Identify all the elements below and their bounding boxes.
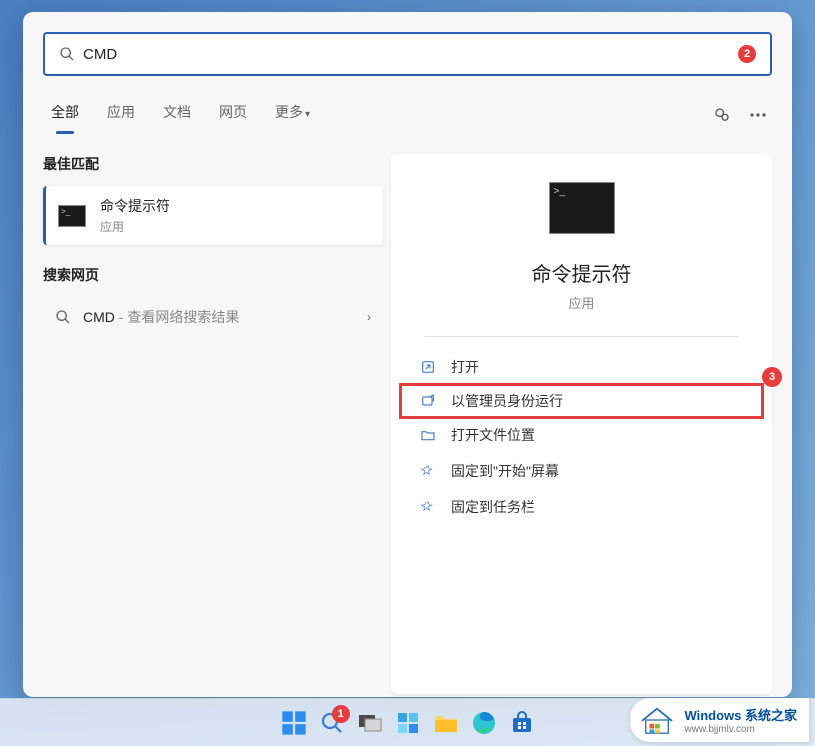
chevron-down-icon: ▾ xyxy=(305,109,310,120)
search-window: 2 全部 应用 文档 网页 更多▾ 最佳匹配 命令提示符 应用 xyxy=(23,12,792,697)
watermark-title: Windows 系统之家 xyxy=(684,705,797,724)
taskbar-edge[interactable] xyxy=(470,709,498,737)
taskbar-explorer[interactable] xyxy=(432,709,460,737)
folder-icon xyxy=(433,712,459,734)
tab-docs[interactable]: 文档 xyxy=(159,96,195,134)
web-item-desc: - 查看网络搜索结果 xyxy=(115,309,239,325)
taskbar-widgets[interactable] xyxy=(394,709,422,737)
pin-icon xyxy=(419,462,437,480)
action-pin-taskbar-label: 固定到任务栏 xyxy=(451,497,535,517)
app-title: 命令提示符 xyxy=(532,258,632,287)
annotation-badge-3: 3 xyxy=(762,367,782,387)
app-large-icon xyxy=(549,182,615,234)
open-icon xyxy=(419,358,437,376)
web-results-label: 搜索网页 xyxy=(43,265,383,285)
shield-icon xyxy=(419,392,437,410)
tabs-row: 全部 应用 文档 网页 更多▾ xyxy=(43,96,772,134)
tab-apps[interactable]: 应用 xyxy=(103,96,139,134)
house-icon xyxy=(638,704,676,736)
pin-icon xyxy=(419,498,437,516)
left-pane: 最佳匹配 命令提示符 应用 搜索网页 CMD - 查看网络搜索结果 › xyxy=(43,154,383,694)
action-pin-taskbar[interactable]: 固定到任务栏 xyxy=(391,489,772,525)
best-match-item[interactable]: 命令提示符 应用 xyxy=(43,186,383,245)
web-item-query: CMD xyxy=(83,309,115,325)
action-pin-start-label: 固定到"开始"屏幕 xyxy=(451,461,559,481)
search-options-icon[interactable] xyxy=(712,105,732,125)
windows-icon xyxy=(280,709,308,737)
more-icon[interactable] xyxy=(748,105,768,125)
widgets-icon xyxy=(396,711,420,735)
best-match-label: 最佳匹配 xyxy=(43,154,383,174)
store-icon xyxy=(510,711,534,735)
action-open[interactable]: 打开 xyxy=(391,349,772,385)
action-open-label: 打开 xyxy=(451,357,479,377)
task-view-icon xyxy=(358,713,382,733)
taskbar-search[interactable]: 1 xyxy=(318,709,346,737)
start-button[interactable] xyxy=(280,709,308,737)
action-run-admin-label: 以管理员身份运行 xyxy=(451,391,563,411)
taskbar-search-badge: 1 xyxy=(332,705,350,723)
app-subtitle: 应用 xyxy=(568,293,594,312)
search-icon xyxy=(59,46,75,62)
taskbar-task-view[interactable] xyxy=(356,709,384,737)
action-open-location-label: 打开文件位置 xyxy=(451,425,535,445)
watermark-url: www.bjjmlv.com xyxy=(684,724,797,735)
divider xyxy=(425,336,737,337)
best-match-sub: 应用 xyxy=(100,218,170,235)
folder-icon xyxy=(419,426,437,444)
cmd-thumbnail-icon xyxy=(58,205,86,227)
search-icon xyxy=(55,309,71,325)
search-annotation-badge: 2 xyxy=(738,45,756,63)
watermark: Windows 系统之家 www.bjjmlv.com xyxy=(630,698,809,742)
web-search-item[interactable]: CMD - 查看网络搜索结果 › xyxy=(43,297,383,337)
chevron-right-icon: › xyxy=(367,310,371,324)
action-open-location[interactable]: 打开文件位置 xyxy=(391,417,772,453)
search-input[interactable] xyxy=(83,46,730,63)
taskbar-store[interactable] xyxy=(508,709,536,737)
action-pin-start[interactable]: 固定到"开始"屏幕 xyxy=(391,453,772,489)
tab-more[interactable]: 更多▾ xyxy=(271,96,314,134)
action-run-admin[interactable]: 以管理员身份运行 3 xyxy=(401,385,762,417)
edge-icon xyxy=(471,710,497,736)
search-bar[interactable]: 2 xyxy=(43,32,772,76)
details-pane: 命令提示符 应用 打开 以管理员身份运行 3 打开文件位置 xyxy=(391,154,772,694)
tab-all[interactable]: 全部 xyxy=(47,96,83,134)
tab-web[interactable]: 网页 xyxy=(215,96,251,134)
best-match-title: 命令提示符 xyxy=(100,196,170,216)
